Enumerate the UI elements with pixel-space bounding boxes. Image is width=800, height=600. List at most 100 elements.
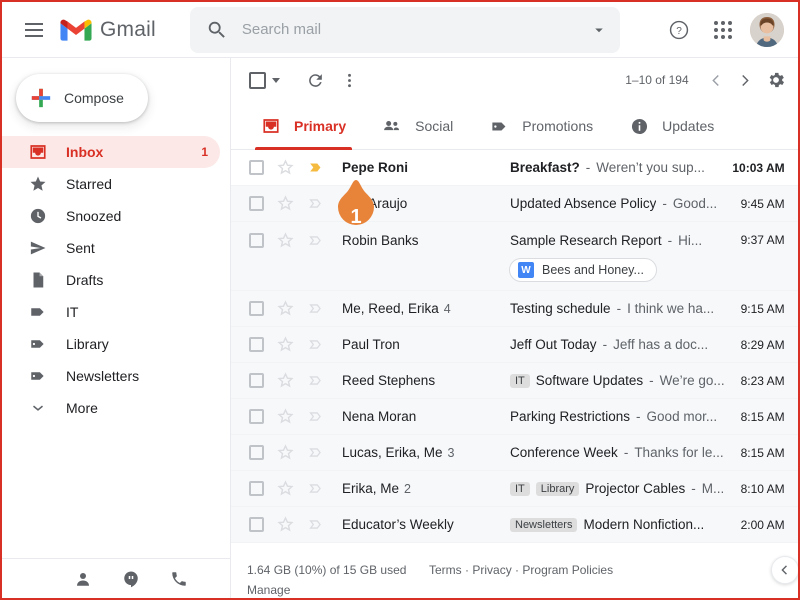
important-icon[interactable] (307, 299, 326, 318)
program-policies-link[interactable]: Program Policies (522, 563, 613, 577)
sidebar-item-it[interactable]: IT (2, 296, 220, 328)
separator: - (624, 445, 629, 460)
terms-link[interactable]: Terms (429, 563, 462, 577)
sidebar-item-sent[interactable]: Sent (2, 232, 220, 264)
important-icon[interactable] (307, 407, 326, 426)
apps-grid-icon[interactable] (706, 13, 740, 47)
row-checkbox[interactable] (249, 517, 264, 532)
star-icon[interactable] (276, 515, 295, 534)
star-icon[interactable] (276, 407, 295, 426)
sender-name: Lucas, Erika, Me3 (342, 445, 510, 460)
sidebar-item-inbox[interactable]: Inbox 1 (2, 136, 220, 168)
attachment-row: W Bees and Honey... (231, 258, 800, 291)
important-icon[interactable] (307, 335, 326, 354)
hangouts-icon[interactable] (122, 570, 140, 588)
sidebar-item-snoozed[interactable]: Snoozed (2, 200, 220, 232)
attachment-chip[interactable]: W Bees and Honey... (509, 258, 657, 282)
subject-area: Updated Absence Policy - Good... (510, 196, 725, 211)
phone-icon[interactable] (170, 570, 188, 588)
sidebar-item-library[interactable]: Library (2, 328, 220, 360)
sender-name: Paul Tron (342, 337, 510, 352)
table-row[interactable]: Erika, Me2 IT Library Projector Cables -… (231, 471, 800, 507)
table-row[interactable]: Robin Banks Sample Research Report - Hi.… (231, 222, 800, 258)
more-options-button[interactable] (332, 63, 366, 97)
privacy-link[interactable]: Privacy (472, 563, 511, 577)
tab-promotions[interactable]: Promotions (471, 102, 611, 150)
subject-area: Parking Restrictions - Good mor... (510, 409, 725, 424)
hamburger-icon[interactable] (16, 12, 52, 48)
important-icon[interactable] (307, 371, 326, 390)
select-dropdown-icon[interactable] (272, 78, 280, 83)
table-row[interactable]: Paul Tron Jeff Out Today - Jeff has a do… (231, 327, 800, 363)
tag-icon (489, 116, 509, 136)
sidebar-item-newsletters[interactable]: Newsletters (2, 360, 220, 392)
plus-icon (30, 87, 52, 109)
star-icon[interactable] (276, 443, 295, 462)
star-icon[interactable] (276, 335, 295, 354)
compose-button[interactable]: Compose (16, 74, 148, 122)
pagination-range: 1–10 of 194 (625, 73, 688, 87)
star-icon[interactable] (276, 231, 295, 250)
sidebar-item-starred[interactable]: Starred (2, 168, 220, 200)
important-icon[interactable] (307, 479, 326, 498)
row-checkbox[interactable] (249, 373, 264, 388)
row-checkbox[interactable] (249, 481, 264, 496)
label-chip[interactable]: Library (536, 482, 580, 496)
table-row[interactable]: Pepe Roni Breakfast? - Weren’t you sup..… (231, 150, 800, 186)
sidebar-item-drafts[interactable]: Drafts (2, 264, 220, 296)
row-checkbox[interactable] (249, 337, 264, 352)
search-bar[interactable] (190, 7, 620, 53)
app-header: Gmail ? (2, 2, 798, 58)
tab-updates[interactable]: Updates (611, 102, 732, 150)
inbox-unread-count: 1 (201, 145, 220, 159)
select-all-checkbox[interactable] (249, 72, 266, 89)
table-row[interactable]: Erik Araujo Updated Absence Policy - Goo… (231, 186, 800, 222)
separator: - (649, 373, 654, 388)
chevron-down-icon[interactable] (590, 21, 608, 39)
subject: Modern Nonfiction... (583, 517, 704, 532)
subject-area: Jeff Out Today - Jeff has a doc... (510, 337, 725, 352)
contacts-icon[interactable] (74, 570, 92, 588)
settings-button[interactable] (759, 63, 793, 97)
sidebar-item-more[interactable]: More (2, 392, 220, 424)
next-page-button[interactable] (731, 66, 759, 94)
star-icon[interactable] (276, 479, 295, 498)
label-chip[interactable]: IT (510, 482, 530, 496)
avatar[interactable] (750, 13, 784, 47)
table-row[interactable]: Lucas, Erika, Me3 Conference Week - Than… (231, 435, 800, 471)
label-chip[interactable]: Newsletters (510, 518, 577, 532)
important-icon[interactable] (307, 194, 326, 213)
important-icon[interactable] (307, 158, 326, 177)
row-checkbox[interactable] (249, 301, 264, 316)
star-icon[interactable] (276, 371, 295, 390)
dot-separator: · (465, 563, 469, 577)
search-input[interactable] (242, 21, 590, 38)
tab-social[interactable]: Social (364, 102, 471, 150)
help-circle-icon[interactable]: ? (662, 13, 696, 47)
row-checkbox[interactable] (249, 233, 264, 248)
row-checkbox[interactable] (249, 160, 264, 175)
table-row[interactable]: Reed Stephens IT Software Updates - We’r… (231, 363, 800, 399)
table-row[interactable]: Nena Moran Parking Restrictions - Good m… (231, 399, 800, 435)
prev-page-button[interactable] (703, 66, 731, 94)
row-checkbox[interactable] (249, 196, 264, 211)
sender-name: Nena Moran (342, 409, 510, 424)
table-row[interactable]: Me, Reed, Erika4 Testing schedule - I th… (231, 291, 800, 327)
important-icon[interactable] (307, 515, 326, 534)
important-icon[interactable] (307, 443, 326, 462)
label-chip[interactable]: IT (510, 374, 530, 388)
table-row[interactable]: Educator’s Weekly Newsletters Modern Non… (231, 507, 800, 543)
inbox-icon (261, 116, 281, 136)
tab-primary[interactable]: Primary (243, 102, 364, 150)
refresh-icon (306, 71, 325, 90)
refresh-button[interactable] (298, 63, 332, 97)
row-checkbox[interactable] (249, 445, 264, 460)
star-icon[interactable] (276, 299, 295, 318)
collapse-panel-button[interactable] (771, 556, 799, 584)
separator: - (636, 409, 641, 424)
important-icon[interactable] (307, 231, 326, 250)
row-checkbox[interactable] (249, 409, 264, 424)
manage-storage-link[interactable]: Manage (247, 580, 407, 600)
star-icon[interactable] (276, 158, 295, 177)
star-icon[interactable] (276, 194, 295, 213)
